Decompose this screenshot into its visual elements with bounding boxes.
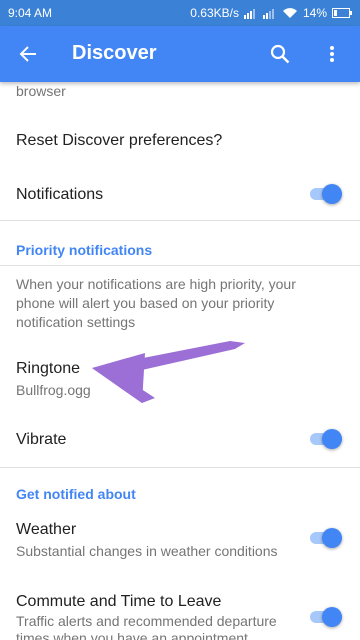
- divider: [0, 220, 360, 221]
- commute-description: Traffic alerts and recommended departure…: [16, 613, 277, 640]
- section-header-notified: Get notified about: [16, 486, 136, 502]
- signal-icon-2: [262, 7, 277, 19]
- ringtone-value: Bullfrog.ogg: [16, 382, 91, 398]
- commute-label: Commute and Time to Leave: [16, 593, 222, 610]
- vibrate-row[interactable]: Vibrate: [0, 431, 360, 449]
- weather-row[interactable]: Weather Substantial changes in weather c…: [0, 521, 360, 559]
- weather-toggle[interactable]: [308, 526, 344, 550]
- battery-icon: [332, 8, 352, 18]
- divider: [0, 265, 360, 266]
- status-bar: 9:04 AM 0.63KB/s 14%: [0, 0, 360, 26]
- signal-icon: [243, 7, 258, 19]
- vibrate-label: Vibrate: [16, 431, 67, 448]
- vibrate-toggle[interactable]: [308, 427, 344, 451]
- clipped-text: browser: [16, 83, 66, 99]
- status-indicators: 0.63KB/s 14%: [190, 6, 352, 20]
- search-icon[interactable]: [268, 42, 292, 66]
- ringtone-row[interactable]: Ringtone Bullfrog.ogg: [0, 360, 360, 398]
- status-time: 9:04 AM: [8, 6, 53, 20]
- notifications-label: Notifications: [16, 186, 104, 203]
- commute-row[interactable]: Commute and Time to Leave Traffic alerts…: [0, 593, 360, 640]
- notifications-row[interactable]: Notifications: [0, 186, 360, 204]
- commute-toggle[interactable]: [308, 605, 344, 629]
- weather-label: Weather: [16, 521, 77, 538]
- reset-preferences-row[interactable]: Reset Discover preferences?: [0, 132, 360, 150]
- reset-preferences-label: Reset Discover preferences?: [16, 132, 223, 149]
- network-speed: 0.63KB/s: [190, 6, 239, 20]
- ringtone-label: Ringtone: [16, 360, 81, 377]
- screen: 9:04 AM 0.63KB/s 14% Discover browser Re…: [0, 0, 360, 640]
- arrow-back-icon[interactable]: [16, 42, 40, 66]
- priority-description: When your notifications are high priorit…: [16, 276, 296, 330]
- divider: [0, 467, 360, 468]
- section-header-priority: Priority notifications: [16, 242, 153, 258]
- notifications-toggle[interactable]: [308, 182, 344, 206]
- page-title: Discover: [72, 42, 157, 64]
- more-vert-icon[interactable]: [320, 42, 344, 66]
- weather-description: Substantial changes in weather condition…: [16, 543, 278, 559]
- app-bar: Discover: [0, 26, 360, 82]
- battery-percent: 14%: [302, 6, 327, 20]
- wifi-icon: [282, 7, 298, 19]
